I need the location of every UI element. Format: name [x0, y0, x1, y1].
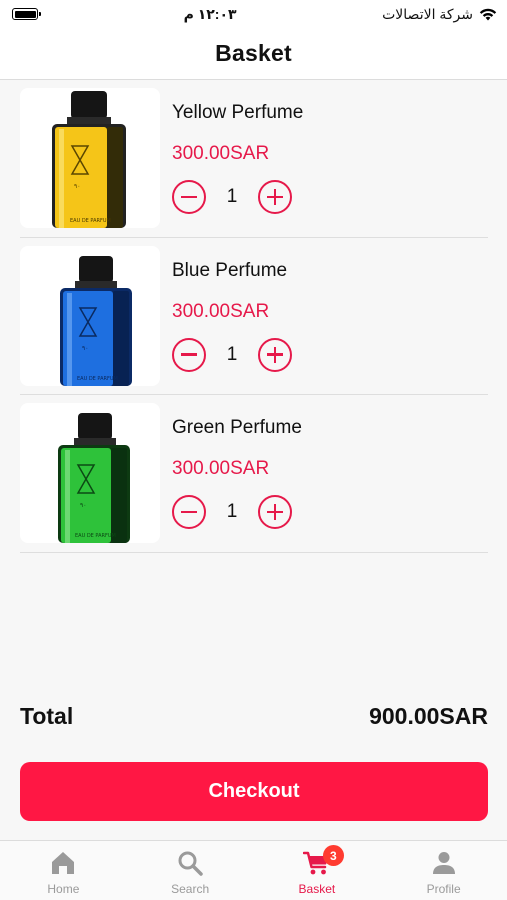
product-image: ٩٠ EAU DE PARFUM	[20, 245, 160, 386]
increase-quantity-button[interactable]	[258, 495, 292, 529]
total-value: 900.00SAR	[369, 703, 488, 729]
basket-item: ٩٠ EAU DE PARFUM Green Perfume 300.00SAR…	[20, 395, 488, 553]
decrease-quantity-button[interactable]	[172, 337, 206, 372]
quantity-value: 1	[226, 501, 238, 522]
tab-label: Home	[47, 882, 80, 896]
page-title: Basket	[215, 40, 292, 66]
svg-text:EAU DE PARFUM: EAU DE PARFUM	[70, 218, 111, 224]
decrease-quantity-button[interactable]	[172, 495, 206, 529]
total-row: Total 900.00SAR	[20, 703, 488, 730]
checkout-button[interactable]: Checkout	[20, 762, 488, 821]
quantity-stepper: 1	[172, 180, 292, 214]
total-label: Total	[20, 703, 74, 729]
person-icon	[432, 852, 455, 874]
quantity-value: 1	[226, 343, 238, 365]
status-bar: ١٢:٠٣ م شركة الاتصالات	[0, 0, 507, 28]
svg-text:٩٠: ٩٠	[82, 345, 88, 352]
tab-home[interactable]: Home	[0, 841, 127, 900]
quantity-stepper: 1	[172, 495, 292, 529]
basket-item: ٩٠ EAU DE PARFUM Blue Perfume 300.00SAR …	[20, 238, 488, 395]
cart-count-badge: 3	[322, 845, 344, 866]
increase-quantity-button[interactable]	[258, 180, 292, 214]
tab-label: Profile	[426, 882, 461, 896]
tab-search[interactable]: Search	[127, 841, 254, 900]
wifi-icon	[479, 8, 497, 21]
quantity-value: 1	[226, 186, 238, 207]
item-name: Blue Perfume	[172, 259, 288, 281]
svg-text:EAU DE PARFUM: EAU DE PARFUM	[77, 376, 118, 382]
basket-item: ٩٠ EAU DE PARFUM Yellow Perfume 300.00SA…	[20, 80, 488, 238]
carrier-name: شركة الاتصالات	[382, 5, 473, 22]
item-name: Yellow Perfume	[172, 102, 304, 123]
product-image: ٩٠ EAU DE PARFUM	[20, 88, 160, 228]
svg-text:٩٠: ٩٠	[80, 502, 86, 509]
home-icon	[52, 852, 75, 874]
svg-text:EAU DE PARFUM: EAU DE PARFUM	[75, 533, 116, 539]
header: Basket	[0, 28, 507, 80]
increase-quantity-button[interactable]	[258, 337, 292, 372]
minus-icon	[181, 195, 197, 199]
quantity-stepper: 1	[172, 337, 292, 372]
product-image: ٩٠ EAU DE PARFUM	[20, 403, 160, 543]
tab-basket[interactable]: 3 Basket	[254, 841, 381, 900]
status-time: ١٢:٠٣ م	[183, 5, 237, 22]
tab-bar: Home Search 3 Basket Profile	[0, 840, 507, 900]
minus-icon	[181, 353, 197, 356]
status-right: شركة الاتصالات	[382, 6, 497, 23]
basket-list: ٩٠ EAU DE PARFUM Yellow Perfume 300.00SA…	[20, 80, 488, 553]
battery-icon	[12, 8, 41, 20]
tab-label: Search	[171, 882, 210, 896]
svg-text:٩٠: ٩٠	[74, 183, 80, 190]
tab-label: Basket	[298, 882, 336, 896]
minus-icon	[181, 510, 197, 514]
search-icon	[178, 851, 203, 876]
item-price: 300.00SAR	[172, 300, 270, 322]
item-price: 300.00SAR	[172, 458, 270, 479]
item-price: 300.00SAR	[172, 143, 270, 164]
decrease-quantity-button[interactable]	[172, 180, 206, 214]
tab-profile[interactable]: Profile	[380, 841, 507, 900]
item-name: Green Perfume	[172, 417, 302, 438]
